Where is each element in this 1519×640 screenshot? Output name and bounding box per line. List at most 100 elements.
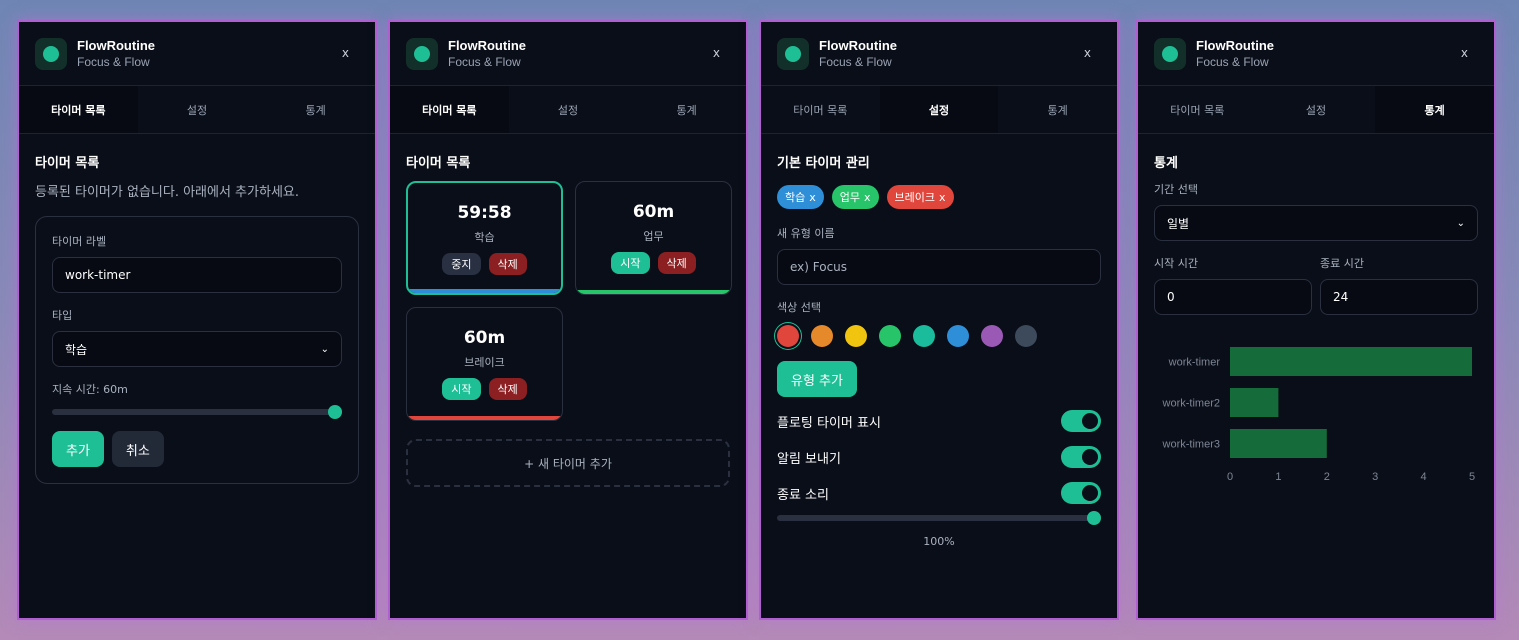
slider-thumb[interactable] [1087,511,1101,525]
remove-chip-button[interactable]: x [809,191,816,204]
tab-settings[interactable]: 설정 [138,86,257,133]
toggle-label: 플로팅 타이머 표시 [777,415,881,431]
x-tick-label: 5 [1469,471,1475,483]
new-type-input[interactable]: ex) Focus [777,249,1101,285]
tab-timers[interactable]: 타이머 목록 [19,86,138,133]
add-button[interactable]: 추가 [52,431,104,467]
tab-timers[interactable]: 타이머 목록 [1138,86,1257,133]
x-tick-label: 4 [1421,471,1427,483]
start-button[interactable]: 시작 [442,378,481,400]
color-swatch[interactable] [777,325,799,347]
tab-stats[interactable]: 통계 [256,86,375,133]
section-title: 통계 [1154,156,1178,171]
add-type-button[interactable]: 유형 추가 [777,361,857,397]
type-chip: 업무 x [831,185,879,209]
period-select[interactable]: 일별 ⌄ [1154,205,1478,241]
remove-chip-button[interactable]: x [864,191,871,204]
tab-settings[interactable]: 설정 [879,86,999,133]
color-swatch[interactable] [947,325,969,347]
floating-timer-toggle[interactable] [1061,410,1101,432]
section-title: 기본 타이머 관리 [777,156,870,171]
add-new-timer-button[interactable]: + 새 타이머 추가 [406,439,730,487]
duration-slider[interactable] [52,405,342,419]
type-chip: 브레이크 x [886,185,954,209]
tab-settings[interactable]: 설정 [509,86,628,133]
add-timer-form: 타이머 라벨 work-timer 타입 학습 ⌄ 지속 시간: 60m 추가 … [35,216,359,484]
delete-button[interactable]: 삭제 [657,252,696,274]
tab-bar: 타이머 목록 설정 통계 [761,86,1117,134]
timer-card[interactable]: 60m 업무 시작 삭제 [575,181,732,295]
toggle-row: 종료 소리 [777,475,1101,511]
end-time-input[interactable]: 24 [1320,279,1478,315]
app-subtitle: Focus & Flow [819,55,892,69]
x-tick-label: 2 [1324,471,1330,483]
tab-settings[interactable]: 설정 [1257,86,1376,133]
app-header: FlowRoutine Focus & Flow x [1138,22,1494,86]
tab-stats[interactable]: 통계 [1375,86,1494,133]
start-time-input[interactable]: 0 [1154,279,1312,315]
bar [1230,347,1472,376]
end-sound-toggle[interactable] [1061,482,1101,504]
tab-timers[interactable]: 타이머 목록 [390,86,509,133]
logo-icon [35,37,67,70]
timer-color-bar [408,289,561,293]
app-subtitle: Focus & Flow [448,55,521,69]
app-header: FlowRoutine Focus & Flow x [761,22,1117,86]
x-tick-label: 1 [1275,471,1281,483]
color-swatch[interactable] [845,325,867,347]
new-type-label: 새 유형 이름 [777,227,835,240]
timer-card[interactable]: 59:58 학습 중지 삭제 [406,181,563,295]
volume-slider[interactable] [777,511,1101,525]
logo-icon [406,37,438,70]
timer-label-label: 타이머 라벨 [52,235,107,248]
timer-label: 학습 [474,231,495,244]
timer-card[interactable]: 60m 브레이크 시작 삭제 [406,307,563,421]
panel-settings: FlowRoutine Focus & Flow x 타이머 목록 설정 통계 … [759,20,1119,620]
app-subtitle: Focus & Flow [1196,55,1269,69]
close-button[interactable]: x [713,46,720,60]
period-select-value: 일별 [1167,216,1190,231]
chip-label: 학습 [785,191,806,204]
color-swatch[interactable] [1015,325,1037,347]
timer-label-input[interactable]: work-timer [52,257,342,293]
notification-toggle[interactable] [1061,446,1101,468]
tab-stats[interactable]: 통계 [998,86,1117,133]
start-button[interactable]: 시작 [611,252,650,274]
app-title: FlowRoutine [1196,38,1274,53]
panel-add-timer: FlowRoutine Focus & Flow x 타이머 목록 설정 통계 … [17,20,377,620]
cancel-button[interactable]: 취소 [111,431,164,467]
bar [1230,429,1327,458]
slider-thumb[interactable] [328,405,342,419]
remove-chip-button[interactable]: x [939,191,946,204]
stats-bar-chart: work-timer work-timer2 work-timer3 0 1 2 3 4 5 [1162,347,1475,483]
close-button[interactable]: x [1461,46,1468,60]
app-title: FlowRoutine [77,38,155,53]
toggle-label: 종료 소리 [777,487,829,503]
panel-stats: FlowRoutine Focus & Flow x 타이머 목록 설정 통계 … [1136,20,1496,620]
x-tick-label: 0 [1227,471,1233,483]
color-swatch[interactable] [811,325,833,347]
delete-button[interactable]: 삭제 [488,253,527,275]
period-label: 기간 선택 [1154,183,1198,196]
tab-bar: 타이머 목록 설정 통계 [19,86,375,134]
section-title: 타이머 목록 [406,156,471,171]
tab-stats[interactable]: 통계 [627,86,746,133]
end-time-label: 종료 시간 [1320,257,1364,270]
color-swatch[interactable] [981,325,1003,347]
empty-message: 등록된 타이머가 없습니다. 아래에서 추가하세요. [35,185,299,200]
tab-timers[interactable]: 타이머 목록 [761,86,880,133]
app-title: FlowRoutine [819,38,897,53]
chip-label: 브레이크 [894,191,936,204]
toggle-label: 알림 보내기 [777,451,841,467]
logo-icon [777,37,809,70]
stop-button[interactable]: 중지 [442,253,481,275]
color-swatch[interactable] [913,325,935,347]
color-swatch[interactable] [879,325,901,347]
close-button[interactable]: x [342,46,349,60]
tab-bar: 타이머 목록 설정 통계 [1138,86,1494,134]
color-swatches [777,325,1101,347]
delete-button[interactable]: 삭제 [488,378,527,400]
close-button[interactable]: x [1084,46,1091,60]
type-select[interactable]: 학습 ⌄ [52,331,342,367]
bar [1230,388,1279,417]
